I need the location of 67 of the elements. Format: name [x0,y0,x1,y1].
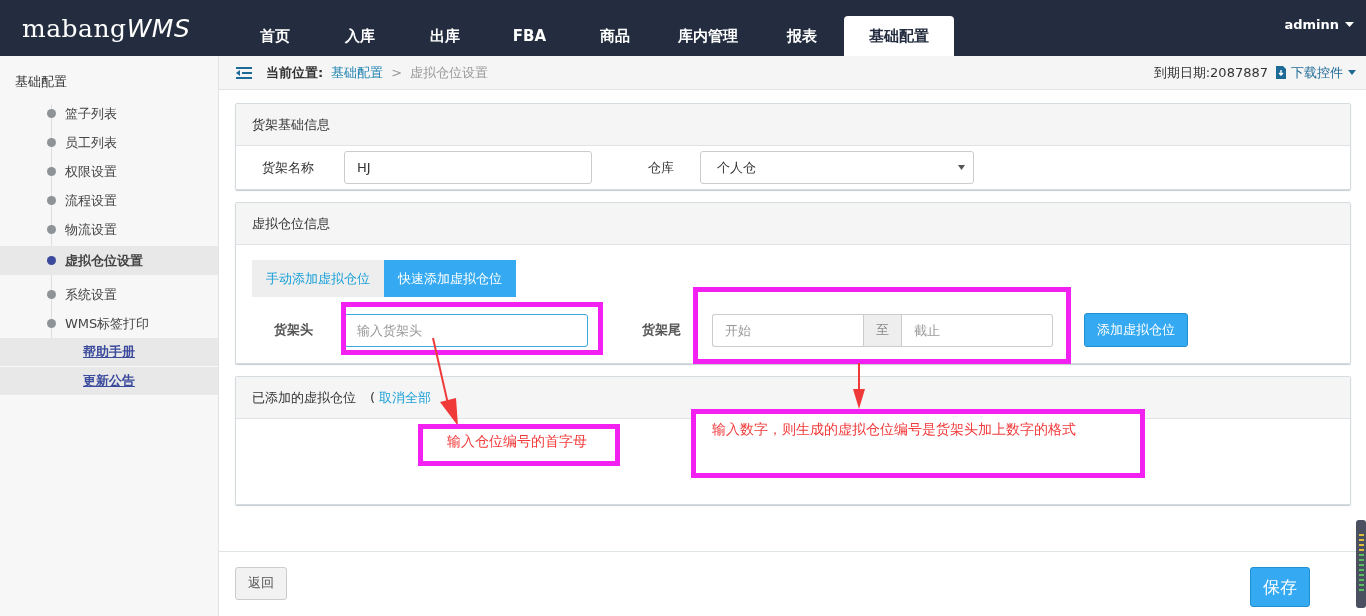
sidebar-item-label: 员工列表 [65,133,117,152]
panel-title: 已添加的虚拟仓位 [252,388,356,407]
sidebar-item-label: 虚拟仓位设置 [65,251,143,270]
parenthesis: ( [370,390,376,405]
sidebar-item[interactable]: 物流设置 [0,215,218,244]
panel-title: 货架基础信息 [236,104,1350,146]
caret-icon [1348,70,1356,75]
bullet-icon [47,256,56,265]
bullet-icon [47,167,56,176]
download-menu[interactable]: 下载控件 [1276,63,1356,82]
nav-tab[interactable]: 商品 [572,16,657,56]
bullet-icon [47,290,56,299]
nav-tab[interactable]: 入库 [317,16,402,56]
file-download-icon [1276,66,1286,79]
breadcrumb-current: 虚拟仓位设置 [410,63,489,82]
sidebar-item-label: WMS标签打印 [65,314,150,333]
field-label: 货架头 [273,321,314,339]
bullet-icon [47,319,56,328]
start-field[interactable]: 开始 [712,313,863,347]
field-label: 仓库 [647,158,675,177]
warehouse-select[interactable]: 个人仓 [700,151,974,184]
expiry-date: 到期日期:2087887 [1153,63,1268,82]
logo: mabangWMS [21,13,192,43]
nav-tab[interactable]: 出库 [402,16,487,56]
arrow [852,363,866,409]
sidebar-item-label: 系统设置 [65,285,117,304]
sidebar-item[interactable]: 虚拟仓位设置 [0,246,218,275]
bullet-icon [47,138,56,147]
sidebar-item-label: 权限设置 [65,162,117,181]
breadcrumb-label: 当前位置: [266,63,324,82]
caret-icon [958,165,965,170]
panel-title: 虚拟仓位信息 [236,203,1350,245]
nav-tab[interactable]: 基础配置 [844,16,954,56]
bullet-icon [47,109,56,118]
nav-tab[interactable]: 报表 [759,16,844,56]
level-meter-icon [1356,520,1366,608]
bullet-icon [47,225,56,234]
bullet-icon [47,196,56,205]
sidebar-item[interactable]: WMS标签打印 [0,309,218,338]
sidebar-item-label: 物流设置 [65,220,117,239]
range-separator: 至 [863,313,902,347]
sidebar-item[interactable]: 篮子列表 [0,99,218,128]
sidebar-item-label: 流程设置 [65,191,117,210]
nav-tab[interactable]: FBA [487,16,572,56]
field-label: 货架名称 [261,158,315,177]
sidebar-item-label: 篮子列表 [65,104,117,123]
end-field[interactable]: 截止 [902,313,1053,347]
field-label: 货架尾 [641,321,682,339]
sidebar-title: 基础配置 [14,73,68,91]
breadcrumb-separator: > [391,65,403,80]
sidebar-item[interactable]: 流程设置 [0,186,218,215]
shelf-name-field[interactable]: HJ [344,151,592,184]
indent-icon[interactable] [236,66,252,79]
sidebar-item[interactable]: 员工列表 [0,128,218,157]
user-menu[interactable]: adminn [1278,15,1360,33]
sidebar-item[interactable]: 系统设置 [0,280,218,309]
annotation-note: 输入仓位编号的首字母 [418,424,620,466]
sidebar-link[interactable]: 更新公告 [83,372,135,390]
nav-tab[interactable]: 库内管理 [657,16,759,56]
sidebar-link[interactable]: 帮助手册 [83,343,135,361]
annotation-note: 输入数字，则生成的虚拟仓位编号是货架头加上数字的格式 [691,409,1145,478]
sidebar-item[interactable]: 权限设置 [0,157,218,186]
caret-icon [1345,21,1354,27]
breadcrumb-link[interactable]: 基础配置 [331,63,384,82]
shelf-head-field[interactable]: 输入货架头 [344,313,588,347]
back-button[interactable]: 返回 [235,566,287,600]
nav-tab[interactable]: 首页 [232,16,317,56]
